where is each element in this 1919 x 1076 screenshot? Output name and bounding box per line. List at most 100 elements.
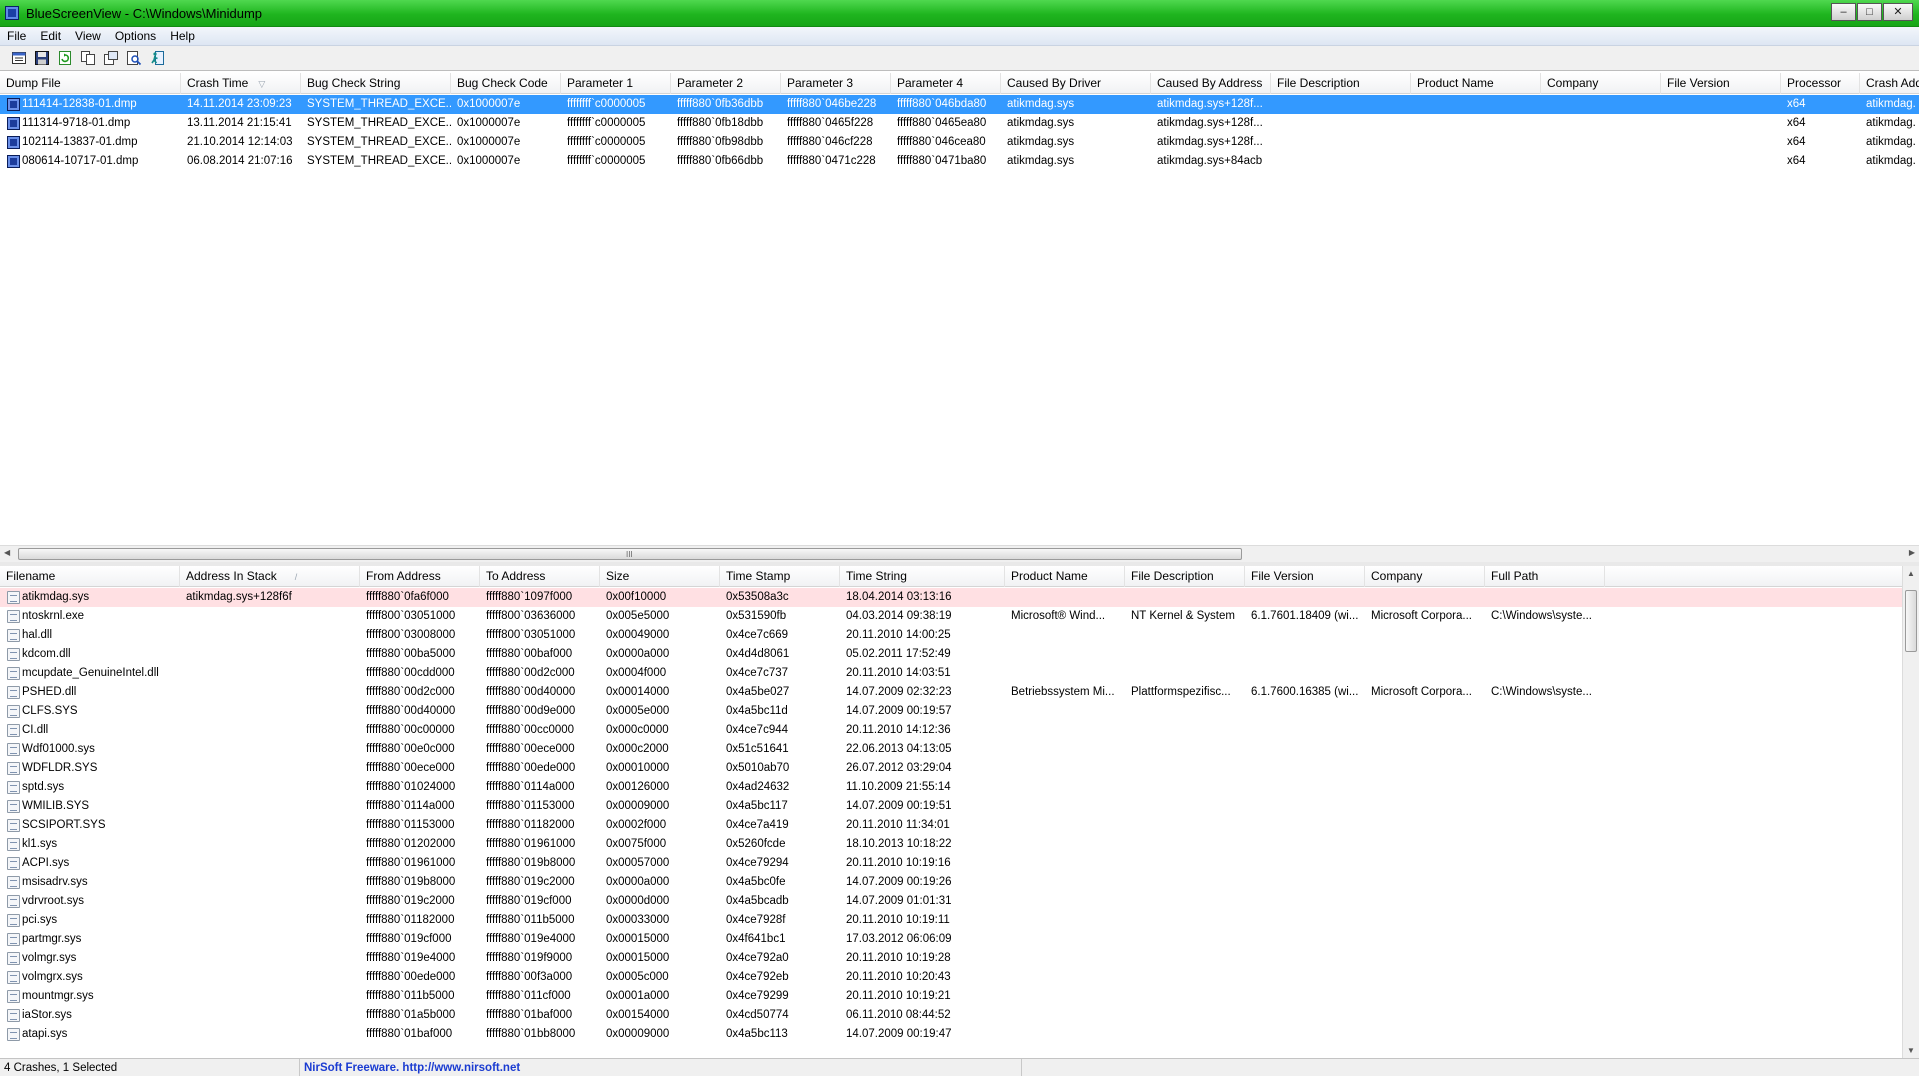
module-row[interactable]: SCSIPORT.SYS fffff880`01153000 fffff880`01… bbox=[0, 816, 1919, 835]
close-button[interactable]: ✕ bbox=[1883, 3, 1913, 21]
nirsoft-link[interactable]: NirSoft Freeware. http://www.nirsoft.net bbox=[300, 1059, 1022, 1076]
col-crash-address[interactable]: Crash Address bbox=[1860, 73, 1919, 94]
cell-full-path bbox=[1485, 949, 1605, 968]
module-row[interactable]: vdrvroot.sys fffff880`019c2000 fffff880`01… bbox=[0, 892, 1919, 911]
cell-filename: atapi.sys bbox=[22, 1028, 68, 1040]
col-bug-check-code[interactable]: Bug Check Code bbox=[451, 73, 561, 94]
find-icon[interactable] bbox=[125, 50, 142, 67]
module-row[interactable]: partmgr.sys fffff880`019cf000 fffff880`019… bbox=[0, 930, 1919, 949]
col-company[interactable]: Company bbox=[1365, 566, 1485, 587]
menu-edit[interactable]: Edit bbox=[33, 27, 68, 46]
crash-row[interactable]: 102114-13837-01.dmp 21.10.2014 12:14:03 SY… bbox=[0, 133, 1919, 152]
crash-list[interactable]: Dump File Crash Time ▽ Bug Check String B… bbox=[0, 73, 1919, 560]
col-file-description[interactable]: File Description bbox=[1125, 566, 1245, 587]
module-row[interactable]: volmgr.sys fffff880`019e4000 fffff880`019f… bbox=[0, 949, 1919, 968]
col-bug-check-string[interactable]: Bug Check String bbox=[301, 73, 451, 94]
cell-full-path bbox=[1485, 626, 1605, 645]
col-filename[interactable]: Filename bbox=[0, 566, 180, 587]
html-report-icon[interactable] bbox=[102, 50, 119, 67]
cell-file-description bbox=[1125, 702, 1245, 721]
scroll-right-arrow-icon[interactable]: ▶ bbox=[1909, 548, 1915, 557]
exit-icon[interactable] bbox=[148, 50, 165, 67]
col-full-path[interactable]: Full Path bbox=[1485, 566, 1605, 587]
col-parameter-3[interactable]: Parameter 3 bbox=[781, 73, 891, 94]
menu-help[interactable]: Help bbox=[163, 27, 202, 46]
module-row[interactable]: ntoskrnl.exe fffff800`03051000 fffff800`03… bbox=[0, 607, 1919, 626]
col-file-description[interactable]: File Description bbox=[1271, 73, 1411, 94]
module-row[interactable]: mountmgr.sys fffff880`011b5000 fffff880`01… bbox=[0, 987, 1919, 1006]
module-row[interactable]: PSHED.dll fffff880`00d2c000 fffff880`00d40… bbox=[0, 683, 1919, 702]
col-time-stamp[interactable]: Time Stamp bbox=[720, 566, 840, 587]
vscroll-thumb[interactable] bbox=[1905, 590, 1917, 652]
minimize-button[interactable]: – bbox=[1831, 3, 1856, 21]
module-row[interactable]: mcupdate_GenuineIntel.dll fffff880`00cdd0… bbox=[0, 664, 1919, 683]
scroll-down-arrow-icon[interactable]: ▼ bbox=[1907, 1046, 1915, 1055]
menu-options[interactable]: Options bbox=[108, 27, 163, 46]
col-time-string[interactable]: Time String bbox=[840, 566, 1005, 587]
module-row[interactable]: kl1.sys fffff880`01202000 fffff880`0196100… bbox=[0, 835, 1919, 854]
cell-product-name bbox=[1411, 114, 1541, 133]
cell-parameter-1: ffffffff`c0000005 bbox=[567, 136, 646, 148]
module-row[interactable]: WMILIB.SYS fffff880`0114a000 fffff880`0115… bbox=[0, 797, 1919, 816]
cell-full-path bbox=[1485, 873, 1605, 892]
module-row[interactable]: pci.sys fffff880`01182000 fffff880`011b500… bbox=[0, 911, 1919, 930]
menu-view[interactable]: View bbox=[68, 27, 108, 46]
hscroll-thumb[interactable]: III bbox=[18, 548, 1242, 560]
col-processor[interactable]: Processor bbox=[1781, 73, 1860, 94]
col-parameter-1[interactable]: Parameter 1 bbox=[561, 73, 671, 94]
module-row[interactable]: volmgrx.sys fffff880`00ede000 fffff880`00f… bbox=[0, 968, 1919, 987]
cell-file-version bbox=[1661, 152, 1781, 171]
col-company[interactable]: Company bbox=[1541, 73, 1661, 94]
col-caused-by-driver[interactable]: Caused By Driver bbox=[1001, 73, 1151, 94]
crash-row[interactable]: 111414-12838-01.dmp 14.11.2014 23:09:23 SY… bbox=[0, 95, 1919, 114]
module-row[interactable]: Wdf01000.sys fffff880`00e0c000 fffff880`00… bbox=[0, 740, 1919, 759]
module-row[interactable]: ACPI.sys fffff880`01961000 fffff880`019b80… bbox=[0, 854, 1919, 873]
cell-size: 0x000c0000 bbox=[606, 724, 669, 736]
col-to-address[interactable]: To Address bbox=[480, 566, 600, 587]
col-crash-time[interactable]: Crash Time ▽ bbox=[181, 73, 301, 94]
menu-file[interactable]: File bbox=[0, 27, 33, 46]
col-address-in-stack[interactable]: Address In Stack / bbox=[180, 566, 360, 587]
crash-list-hscrollbar[interactable]: ◀ III ▶ bbox=[0, 545, 1919, 562]
cell-size: 0x0075f000 bbox=[606, 838, 667, 850]
cell-filename: kl1.sys bbox=[22, 838, 58, 850]
col-size[interactable]: Size bbox=[600, 566, 720, 587]
scroll-up-arrow-icon[interactable]: ▲ bbox=[1907, 569, 1915, 578]
properties-icon[interactable] bbox=[10, 50, 27, 67]
col-dump-file[interactable]: Dump File bbox=[0, 73, 181, 94]
module-row[interactable]: WDFLDR.SYS fffff880`00ece000 fffff880`00ed… bbox=[0, 759, 1919, 778]
cell-file-description bbox=[1125, 1025, 1245, 1044]
maximize-button[interactable]: □ bbox=[1857, 3, 1882, 21]
module-row[interactable]: iaStor.sys fffff880`01a5b000 fffff880`01ba… bbox=[0, 1006, 1919, 1025]
scroll-left-arrow-icon[interactable]: ◀ bbox=[4, 548, 10, 557]
col-product-name[interactable]: Product Name bbox=[1005, 566, 1125, 587]
col-parameter-4[interactable]: Parameter 4 bbox=[891, 73, 1001, 94]
col-file-version[interactable]: File Version bbox=[1661, 73, 1781, 94]
module-row[interactable]: CLFS.SYS fffff880`00d40000 fffff880`00d9e0… bbox=[0, 702, 1919, 721]
module-row[interactable]: hal.dll fffff800`03008000 fffff800`0305100… bbox=[0, 626, 1919, 645]
col-parameter-2[interactable]: Parameter 2 bbox=[671, 73, 781, 94]
module-row[interactable]: CI.dll fffff880`00c00000 fffff880`00cc0000… bbox=[0, 721, 1919, 740]
module-list[interactable]: Filename Address In Stack / From Address … bbox=[0, 566, 1919, 1058]
cell-processor: x64 bbox=[1787, 98, 1806, 110]
crash-row[interactable]: 111314-9718-01.dmp 13.11.2014 21:15:41 SYS… bbox=[0, 114, 1919, 133]
col-caused-by-address[interactable]: Caused By Address bbox=[1151, 73, 1271, 94]
crash-row[interactable]: 080614-10717-01.dmp 06.08.2014 21:07:16 SY… bbox=[0, 152, 1919, 171]
module-row[interactable]: msisadrv.sys fffff880`019b8000 fffff880`01… bbox=[0, 873, 1919, 892]
cell-address-in-stack bbox=[180, 873, 360, 892]
module-row[interactable]: atikmdag.sys atikmdag.sys+128f6f fffff880`… bbox=[0, 588, 1919, 607]
module-row[interactable]: sptd.sys fffff880`01024000 fffff880`0114a0… bbox=[0, 778, 1919, 797]
col-from-address[interactable]: From Address bbox=[360, 566, 480, 587]
cell-company bbox=[1541, 133, 1661, 152]
module-row[interactable]: atapi.sys fffff880`01baf000 fffff880`01bb8… bbox=[0, 1025, 1919, 1044]
menu-bar: File Edit View Options Help bbox=[0, 27, 1919, 46]
cell-size: 0x0000a000 bbox=[606, 876, 670, 888]
refresh-icon[interactable] bbox=[56, 50, 73, 67]
col-product-name[interactable]: Product Name bbox=[1411, 73, 1541, 94]
module-row[interactable]: kdcom.dll fffff880`00ba5000 fffff880`00baf… bbox=[0, 645, 1919, 664]
cell-file-description bbox=[1125, 949, 1245, 968]
module-list-vscrollbar[interactable]: ▲ ▼ bbox=[1902, 566, 1919, 1058]
copy-icon[interactable] bbox=[79, 50, 96, 67]
col-file-version[interactable]: File Version bbox=[1245, 566, 1365, 587]
save-icon[interactable] bbox=[33, 50, 50, 67]
